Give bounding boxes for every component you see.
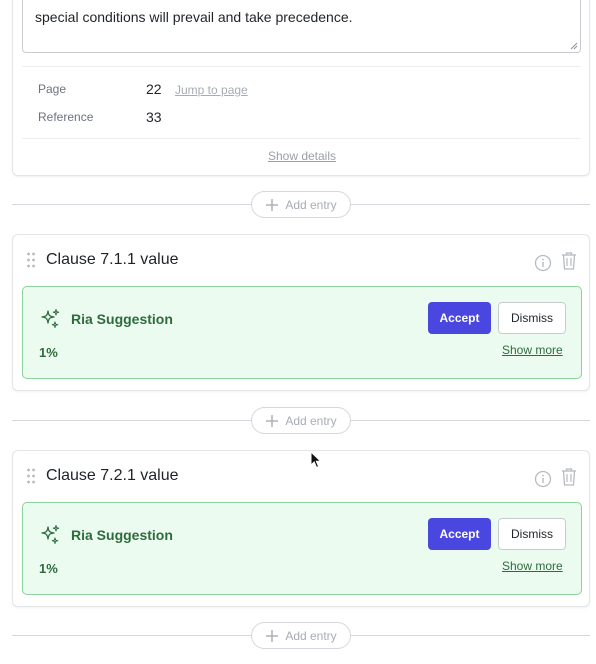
jump-to-page-link[interactable]: Jump to page: [175, 83, 248, 97]
divider: [351, 635, 590, 636]
mouse-pointer-icon: [310, 451, 322, 469]
trash-icon[interactable]: [560, 251, 578, 271]
plus-icon: [266, 414, 279, 427]
trash-icon[interactable]: [560, 467, 578, 487]
drag-handle-icon[interactable]: [26, 252, 36, 268]
accept-button[interactable]: Accept: [428, 302, 491, 334]
divider: [22, 66, 581, 67]
divider: [351, 204, 590, 205]
page-label: Page: [38, 82, 67, 96]
suggestion-title: Ria Suggestion: [71, 311, 173, 327]
dismiss-button[interactable]: Dismiss: [498, 302, 566, 334]
suggestion-value: 1%: [39, 561, 58, 576]
add-entry-row: Add entry: [12, 622, 590, 650]
drag-handle-icon[interactable]: [26, 468, 36, 484]
add-entry-button[interactable]: Add entry: [251, 407, 351, 434]
resize-handle-icon[interactable]: [570, 42, 578, 50]
divider: [12, 204, 251, 205]
info-icon[interactable]: [534, 470, 552, 488]
divider: [12, 635, 251, 636]
clause-card: Clause 7.1.1 value Ria Suggestion 1% Acc…: [12, 234, 590, 391]
divider: [12, 420, 251, 421]
plus-icon: [266, 198, 279, 211]
add-entry-label: Add entry: [285, 197, 337, 212]
add-entry-button[interactable]: Add entry: [251, 622, 351, 649]
clause-card: Clause 7.2.1 value Ria Suggestion 1% Acc…: [12, 450, 590, 607]
page-value: 22: [146, 81, 162, 97]
accept-button[interactable]: Accept: [428, 518, 491, 550]
show-details-link[interactable]: Show details: [13, 149, 591, 163]
add-entry-row: Add entry: [12, 407, 590, 435]
clause-title: Clause 7.2.1 value: [46, 467, 179, 484]
info-icon[interactable]: [534, 254, 552, 272]
ria-suggestion-panel: Ria Suggestion 1% Accept Dismiss Show mo…: [22, 286, 582, 379]
clause-text-area[interactable]: special conditions will prevail and take…: [22, 0, 581, 53]
clause-card-previous: special conditions will prevail and take…: [12, 0, 590, 176]
clause-text-value: special conditions will prevail and take…: [35, 9, 353, 25]
sparkle-icon: [41, 524, 60, 544]
clause-title: Clause 7.1.1 value: [46, 251, 179, 268]
show-more-link[interactable]: Show more: [502, 559, 563, 573]
reference-label: Reference: [38, 110, 94, 124]
add-entry-label: Add entry: [285, 413, 337, 428]
add-entry-button[interactable]: Add entry: [251, 191, 351, 218]
dismiss-button[interactable]: Dismiss: [498, 518, 566, 550]
sparkle-icon: [41, 308, 60, 328]
suggestion-value: 1%: [39, 345, 58, 360]
add-entry-row: Add entry: [12, 191, 590, 219]
plus-icon: [266, 629, 279, 642]
add-entry-label: Add entry: [285, 628, 337, 643]
divider: [22, 138, 581, 139]
show-more-link[interactable]: Show more: [502, 343, 563, 357]
ria-suggestion-panel: Ria Suggestion 1% Accept Dismiss Show mo…: [22, 502, 582, 595]
suggestion-title: Ria Suggestion: [71, 527, 173, 543]
reference-value: 33: [146, 109, 162, 125]
divider: [351, 420, 590, 421]
